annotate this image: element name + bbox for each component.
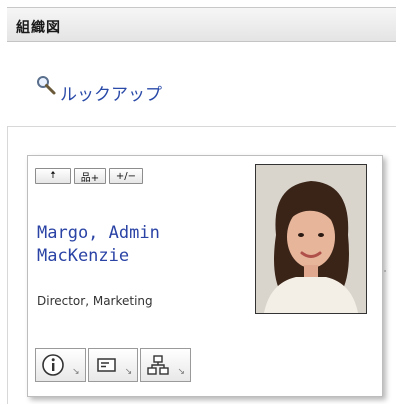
org-chart-button[interactable]: ↘ xyxy=(140,348,192,382)
expand-collapse-button[interactable]: +/− xyxy=(109,168,143,184)
show-subordinates-button[interactable]: 品+ xyxy=(74,168,106,184)
dropdown-arrow-icon: ↘ xyxy=(72,367,80,377)
person-name-link[interactable]: Margo, Admin MacKenzie xyxy=(37,222,160,268)
lookup-link[interactable]: ルックアップ xyxy=(36,76,162,105)
page-header: 組織図 xyxy=(7,7,396,42)
person-card: 🠅 品+ +/− Margo, Admin MacKenzie Director… xyxy=(27,155,383,397)
dropdown-arrow-icon: ↘ xyxy=(124,367,133,377)
dropdown-arrow-icon: ↘ xyxy=(177,367,186,377)
person-name-line1[interactable]: Margo, Admin xyxy=(37,222,160,245)
email-button[interactable]: ↘ xyxy=(87,348,139,382)
plus-minus-icon: +/− xyxy=(115,170,137,182)
magnifier-icon xyxy=(36,75,58,97)
email-icon xyxy=(96,358,116,372)
person-title: Director, Marketing xyxy=(37,294,153,308)
org-plus-icon: 品+ xyxy=(80,172,100,184)
navigate-up-button[interactable]: 🠅 xyxy=(35,168,71,184)
up-arrow-icon: 🠅 xyxy=(50,169,56,181)
section-divider xyxy=(7,126,396,127)
person-photo xyxy=(255,164,367,314)
person-name-line2[interactable]: MacKenzie xyxy=(37,245,160,268)
info-icon xyxy=(42,354,64,376)
decorative-dot xyxy=(384,270,386,272)
org-chart-page: 組織図 ルックアップ 🠅 品+ +/− Margo, Admin MacKenz… xyxy=(0,0,396,404)
lookup-label[interactable]: ルックアップ xyxy=(60,80,162,105)
page-title: 組織図 xyxy=(16,20,61,36)
left-border xyxy=(7,127,8,404)
info-button[interactable]: ↘ xyxy=(35,348,86,382)
card-action-buttons: ↘ ↘ ↘ xyxy=(35,348,193,382)
org-chart-icon xyxy=(147,355,170,375)
